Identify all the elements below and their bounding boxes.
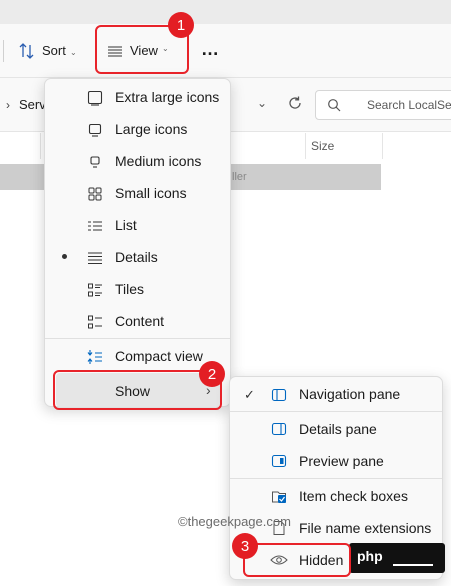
chevron-right-icon: › <box>6 98 10 112</box>
more-icon: … <box>201 39 219 59</box>
callout-badge-1: 1 <box>168 12 194 38</box>
search-icon <box>327 98 341 112</box>
show-menu-label: Details pane <box>299 421 377 437</box>
watermark-text: ©thegeekpage.com <box>178 514 291 529</box>
show-menu-label: File name extensions <box>299 520 432 536</box>
extra-large-icons-icon <box>86 89 104 107</box>
view-menu-label: Small icons <box>115 185 187 201</box>
size-column-header[interactable]: Size <box>311 139 334 153</box>
menu-divider <box>230 411 442 412</box>
search-placeholder: Search LocalServ <box>367 98 451 112</box>
large-icons-icon <box>86 121 104 139</box>
show-menu-label: Preview pane <box>299 453 384 469</box>
small-icons-icon <box>86 185 104 203</box>
chevron-down-icon: ⌄ <box>70 48 77 57</box>
sort-icon <box>18 42 36 60</box>
details-pane-icon <box>270 420 288 438</box>
address-dropdown-icon[interactable]: ⌄ <box>257 96 267 110</box>
content-icon <box>86 313 104 331</box>
selected-bullet-icon <box>62 254 67 259</box>
list-icon <box>86 217 104 235</box>
column-divider <box>305 133 306 159</box>
callout-badge-3: 3 <box>232 533 258 559</box>
preview-pane-icon <box>270 452 288 470</box>
search-input[interactable]: Search LocalServ <box>315 90 451 120</box>
view-menu-label: Medium icons <box>115 153 202 169</box>
compact-view-icon <box>86 348 104 366</box>
view-menu-label: List <box>115 217 137 233</box>
menu-divider <box>230 478 442 479</box>
file-type-cell: ller <box>232 171 247 183</box>
view-menu-label: Large icons <box>115 121 188 137</box>
view-menu-label: Content <box>115 313 165 329</box>
medium-icons-icon <box>86 153 104 171</box>
column-divider <box>382 133 383 159</box>
sort-button[interactable]: Sort ⌄ <box>12 36 90 66</box>
php-logo: php <box>349 543 445 573</box>
item-check-boxes-icon <box>270 487 288 505</box>
callout-box-hidden-items <box>243 543 351 577</box>
toolbar-divider <box>3 40 4 62</box>
view-menu-label: Compact view <box>115 348 203 364</box>
tiles-icon <box>86 281 104 299</box>
title-bar <box>0 0 451 24</box>
refresh-icon[interactable] <box>287 95 305 113</box>
column-divider <box>40 133 41 159</box>
checkmark-icon: ✓ <box>244 387 255 402</box>
view-menu-label: Tiles <box>115 281 145 297</box>
details-icon <box>86 249 104 267</box>
view-menu-label: Extra large icons <box>115 89 220 105</box>
show-menu-label: Navigation pane <box>299 386 401 402</box>
navigation-pane-icon <box>270 386 288 404</box>
sort-label: Sort <box>42 43 66 58</box>
more-options-button[interactable]: … <box>198 36 224 66</box>
callout-box-show <box>53 370 222 410</box>
menu-divider <box>45 338 230 339</box>
callout-badge-2: 2 <box>199 361 225 387</box>
show-menu-label: Item check boxes <box>299 488 408 504</box>
view-menu-label: Details <box>115 249 158 265</box>
